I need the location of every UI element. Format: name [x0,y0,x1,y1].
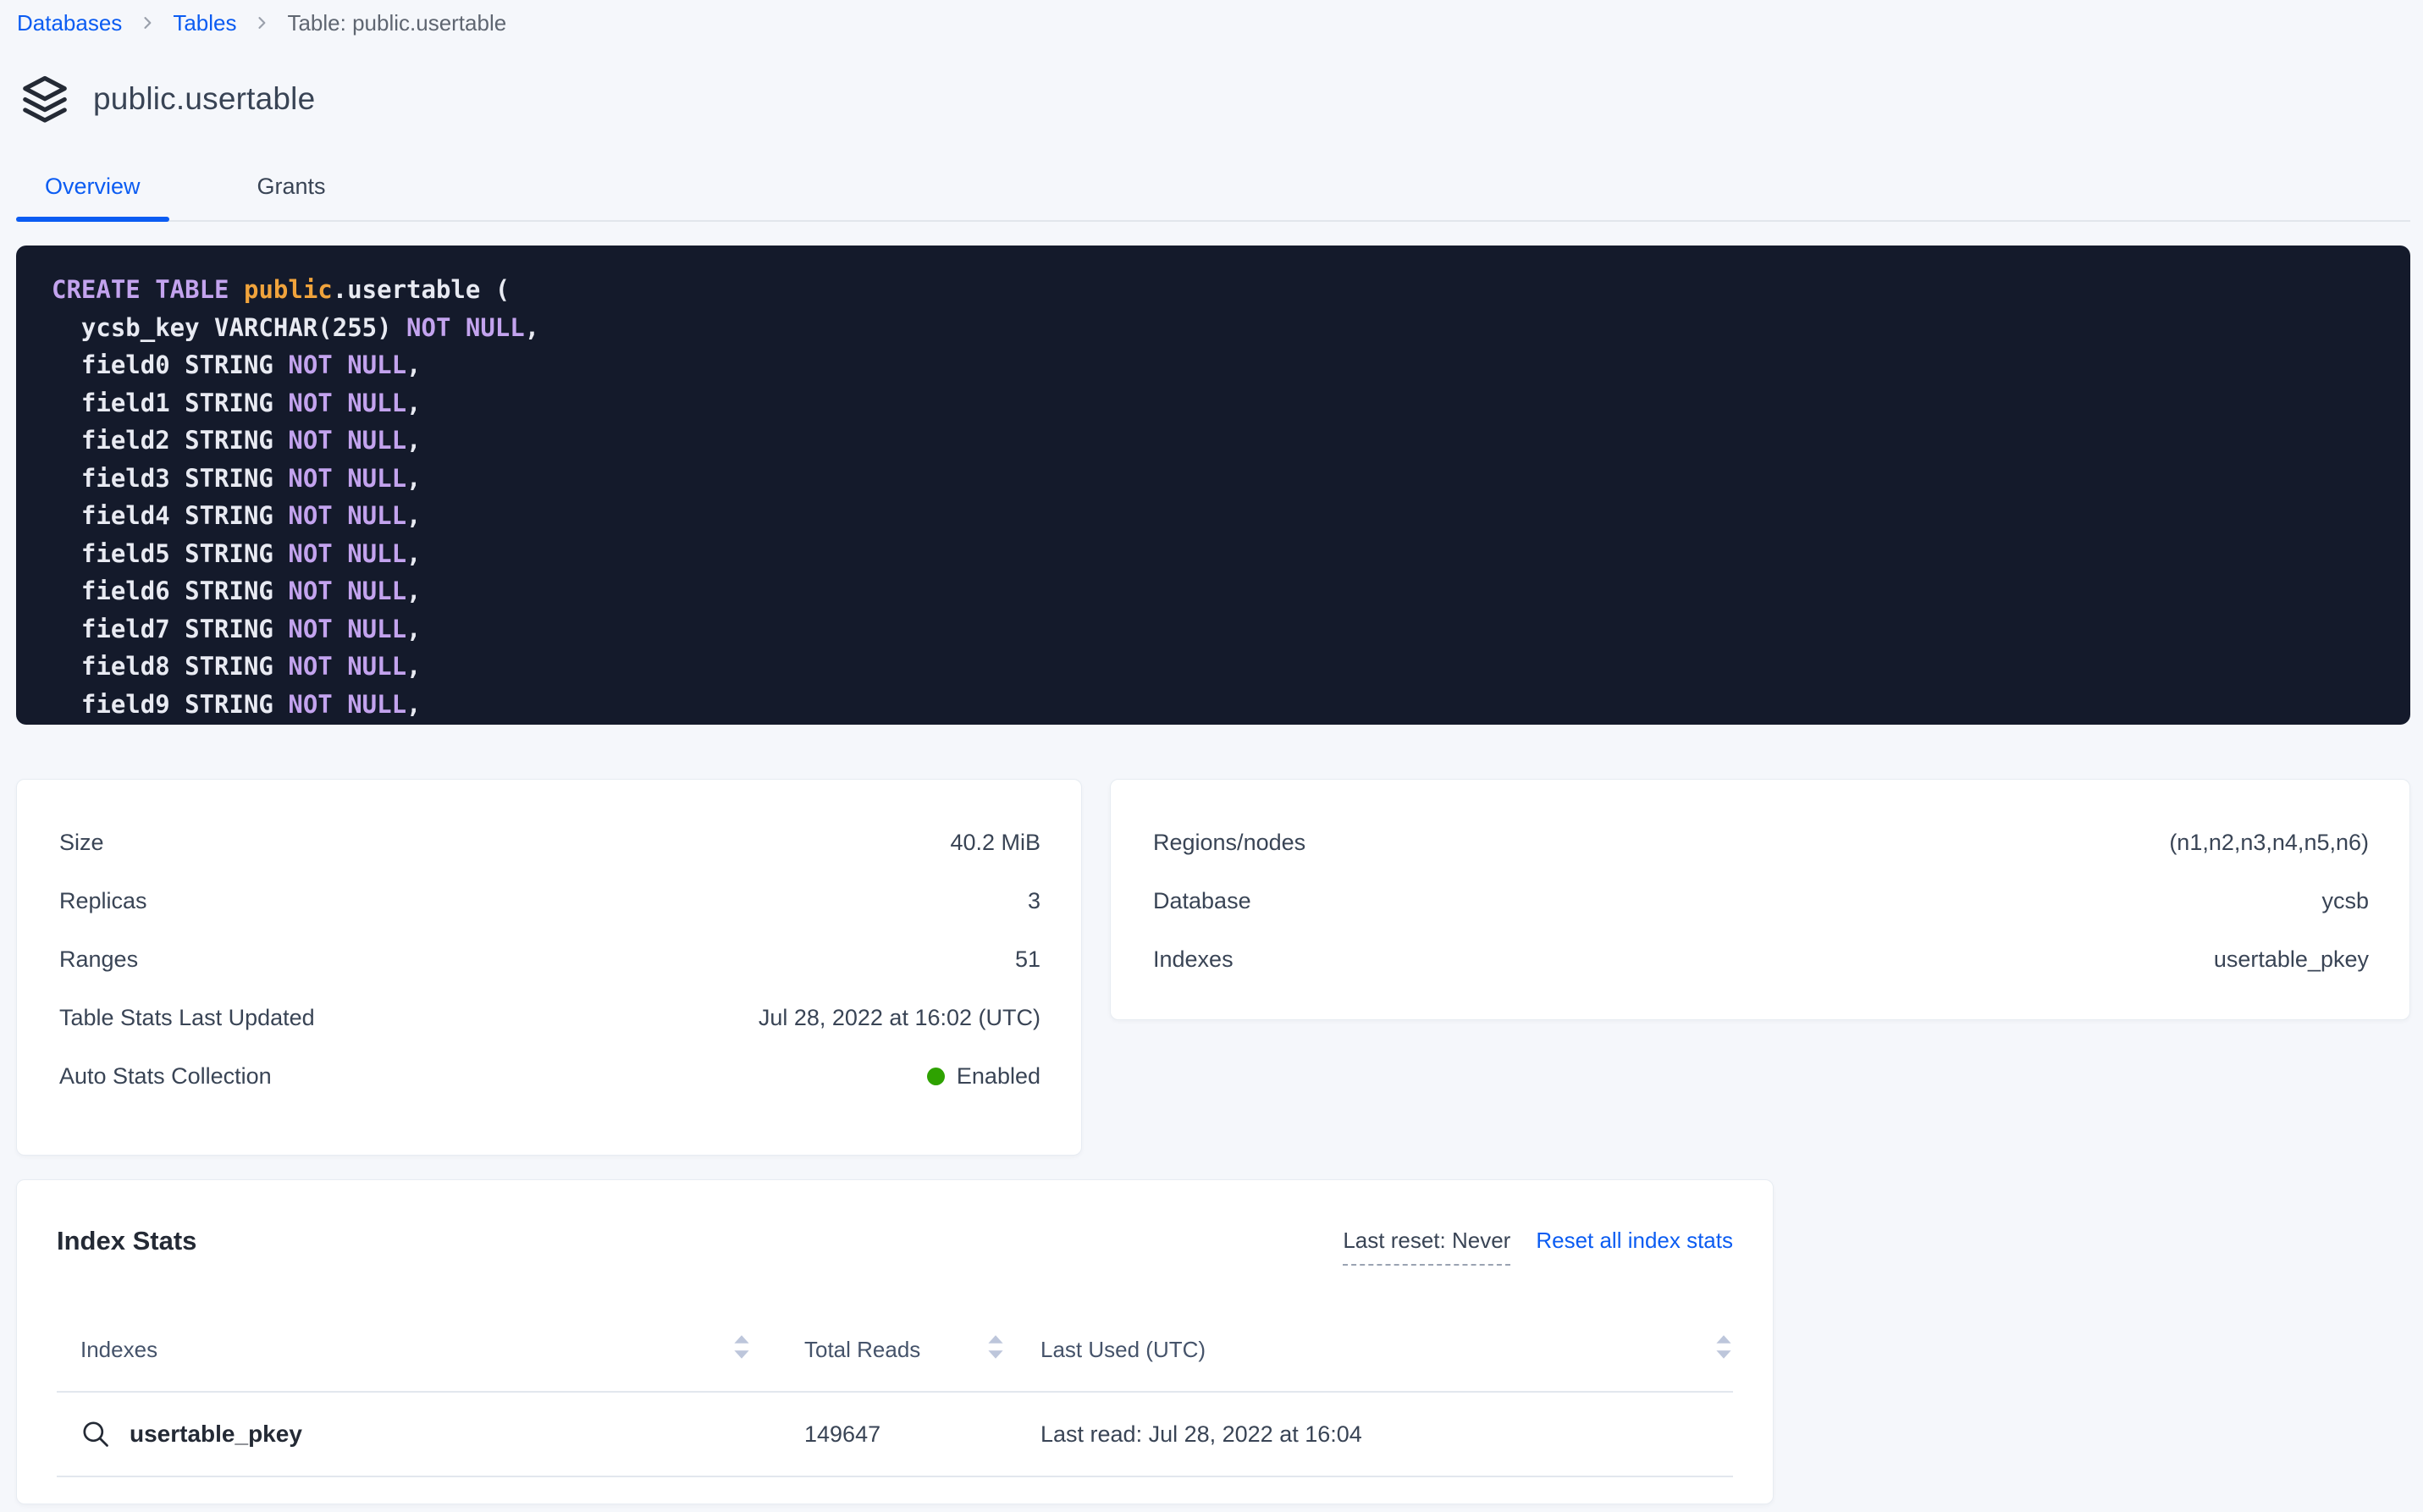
sql-code-line: field7 STRING NOT NULL, [52,610,2410,648]
last-reset-label[interactable]: Last reset: Never [1343,1228,1510,1266]
sql-code-line: field6 STRING NOT NULL, [52,572,2410,610]
column-header-label: Last Used (UTC) [1040,1337,1206,1363]
stat-value: ycsb [2321,887,2369,915]
status-enabled-dot-icon [927,1068,945,1085]
stat-value: (n1,n2,n3,n4,n5,n6) [2169,829,2369,857]
index-stats-card: Index Stats Last reset: Never Reset all … [16,1179,1774,1504]
stat-label: Size [59,829,104,857]
stat-label: Regions/nodes [1153,829,1305,857]
stat-label: Ranges [59,946,138,974]
sql-code-line: field4 STRING NOT NULL, [52,497,2410,535]
sql-code-line: field2 STRING NOT NULL, [52,422,2410,460]
create-table-statement: CREATE TABLE public.usertable ( ycsb_key… [16,246,2410,725]
sql-code-line: field9 STRING NOT NULL, [52,686,2410,724]
sort-arrows-icon [986,1333,1005,1366]
chevron-right-icon [139,14,156,31]
stat-value: Enabled [927,1062,1040,1090]
column-header-total-reads[interactable]: Total Reads [751,1308,1005,1391]
sql-code-line: field1 STRING NOT NULL, [52,384,2410,422]
sql-code: CREATE TABLE public.usertable ( ycsb_key… [52,271,2410,723]
breadcrumb-current: Table: public.usertable [287,10,506,36]
sql-code-line: field3 STRING NOT NULL, [52,460,2410,498]
sort-arrows-icon [732,1333,751,1366]
tab-overview[interactable]: Overview [16,174,169,222]
breadcrumb-link-databases[interactable]: Databases [17,10,122,36]
column-header-last-used[interactable]: Last Used (UTC) [1005,1308,1733,1391]
column-header-label: Total Reads [804,1337,920,1363]
table-meta-card: Regions/nodes (n1,n2,n3,n4,n5,n6) Database… [1110,779,2410,1020]
reset-index-stats-link[interactable]: Reset all index stats [1536,1228,1733,1254]
index-table-row: usertable_pkey 149647 Last read: Jul 28,… [57,1393,1733,1477]
page-title: public.usertable [93,81,315,117]
stat-value: 3 [1028,887,1040,915]
tab-bar: Overview Grants [16,146,2410,222]
breadcrumb-link-tables[interactable]: Tables [173,10,236,36]
chevron-right-icon [253,14,270,31]
stat-label: Database [1153,887,1251,915]
table-details-card: Size 40.2 MiB Replicas 3 Ranges 51 Table Stats… [16,779,1082,1156]
sql-code-line: field5 STRING NOT NULL, [52,535,2410,573]
stat-row: Auto Stats Collection Enabled [59,1062,1040,1090]
sql-code-line: ycsb_key VARCHAR(255) NOT NULL, [52,309,2410,347]
stat-label: Table Stats Last Updated [59,1004,315,1032]
index-stats-controls: Last reset: Never Reset all index stats [1343,1228,1733,1266]
index-stats-title: Index Stats [57,1226,196,1256]
stat-value: 51 [1015,946,1040,974]
table-layers-icon [19,73,71,125]
stat-label: Auto Stats Collection [59,1062,272,1090]
stat-value: usertable_pkey [2214,946,2369,974]
stat-label: Indexes [1153,946,1234,974]
stat-row: Size 40.2 MiB [59,829,1040,857]
stat-row: Ranges 51 [59,946,1040,974]
index-name: usertable_pkey [130,1421,302,1448]
sql-code-line: field0 STRING NOT NULL, [52,346,2410,384]
stat-value: Jul 28, 2022 at 16:02 (UTC) [759,1004,1040,1032]
index-name-cell[interactable]: usertable_pkey [57,1419,751,1449]
total-reads-cell: 149647 [751,1421,1005,1448]
page-header: public.usertable [19,69,315,129]
magnifier-icon [80,1419,111,1449]
sort-arrows-icon [1714,1333,1733,1366]
stat-label: Replicas [59,887,147,915]
stat-row: Database ycsb [1153,887,2369,915]
sql-code-line: CREATE TABLE public.usertable ( [52,271,2410,309]
stat-row: Table Stats Last Updated Jul 28, 2022 at … [59,1004,1040,1032]
stat-row: Indexes usertable_pkey [1153,946,2369,974]
last-used-cell: Last read: Jul 28, 2022 at 16:04 [1005,1421,1733,1448]
column-header-label: Indexes [80,1337,157,1363]
stat-row: Replicas 3 [59,887,1040,915]
stat-row: Regions/nodes (n1,n2,n3,n4,n5,n6) [1153,829,2369,857]
tab-grants[interactable]: Grants [213,174,370,222]
column-header-indexes[interactable]: Indexes [57,1308,751,1391]
breadcrumb: Databases Tables Table: public.usertable [17,7,506,39]
stat-value: 40.2 MiB [950,829,1040,857]
index-table-header: Indexes Total Reads Last Used (UTC) [57,1308,1733,1393]
sql-code-line: field8 STRING NOT NULL, [52,648,2410,686]
